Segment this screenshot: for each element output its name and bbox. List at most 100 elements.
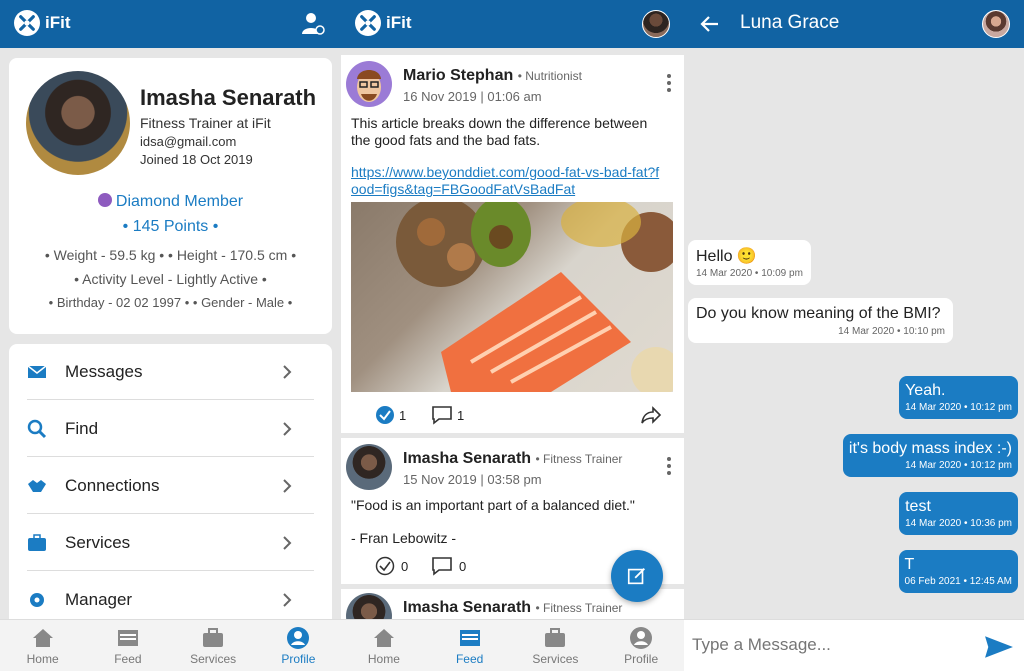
nav-profile[interactable]: Profile [258,626,338,666]
bottom-nav: Home Feed Services Profile [0,619,341,671]
message-meta: 14 Mar 2020 • 10:12 pm [905,460,1012,471]
nav-label: Services [532,651,579,666]
feed-icon [459,629,480,646]
user-avatar[interactable] [642,10,670,38]
menu-label: Manager [65,590,133,609]
message-meta: 14 Mar 2020 • 10:12 pm [905,402,1012,413]
chat-screen: Luna Grace Hello 🙂 14 Mar 2020 • 10:09 p… [684,0,1024,671]
mail-icon [27,364,47,378]
menu-item-find[interactable]: Find [27,401,314,457]
logo-text: iFit [45,13,71,32]
nav-services[interactable]: Services [515,626,595,666]
logo-text: iFit [386,13,412,32]
comment-button[interactable]: 1 [431,405,464,425]
chevron-right-icon [283,478,292,493]
like-button[interactable]: 1 [375,405,406,425]
top-bar: iFit [341,0,684,48]
profile-avatar[interactable] [26,71,130,175]
post-date: 15 Nov 2019 [403,472,477,487]
send-button[interactable] [984,634,1014,665]
more-options-button[interactable] [666,456,672,481]
comment-icon [432,557,452,576]
membership-label: Diamond Member [115,193,244,210]
comment-count: 0 [459,558,467,574]
profile-card: Imasha Senarath Fitness Trainer at iFit … [9,58,332,334]
ifit-logo-icon [14,10,40,36]
share-button[interactable] [640,405,662,430]
app-logo[interactable]: iFit [14,10,71,36]
arrow-left-icon [700,16,718,32]
feed-icon [117,629,138,646]
user-settings-button[interactable] [299,10,327,38]
nav-feed[interactable]: Feed [430,626,510,666]
nav-label: Services [190,651,237,666]
message-meta: 14 Mar 2020 • 10:09 pm [696,268,803,279]
author-name: Mario Stephan [403,67,514,84]
menu-item-messages[interactable]: Messages [27,344,314,400]
briefcase-icon [203,627,224,647]
more-options-button[interactable] [666,73,672,98]
post-author: Imasha Senarath • Fitness Trainer [403,450,622,468]
post-link[interactable]: https://www.beyonddiet.com/good-fat-vs-b… [351,164,664,198]
contact-avatar[interactable] [982,10,1010,38]
home-icon [32,628,53,647]
menu-label: Connections [65,475,160,495]
author-avatar[interactable] [346,444,392,490]
post-card: Mario Stephan • Nutritionist 16 Nov 2019… [341,55,684,433]
comment-button[interactable]: 0 [431,556,466,576]
message-received[interactable]: Do you know meaning of the BMI? 14 Mar 2… [688,298,953,343]
menu-label: Services [65,532,131,552]
message-text: Hello 🙂 [696,248,757,265]
message-sent[interactable]: it's body mass index :-) 14 Mar 2020 • 1… [842,434,1018,477]
menu-label: Messages [65,361,143,381]
cartoon-avatar-icon [357,70,381,102]
message-text: T [904,556,915,573]
author-avatar[interactable] [346,61,392,107]
nav-services[interactable]: Services [173,626,253,666]
top-bar: iFit [0,0,341,48]
message-sent[interactable]: Yeah. 14 Mar 2020 • 10:12 pm [899,376,1018,419]
share-icon [641,406,662,424]
message-sent[interactable]: T 06 Feb 2021 • 12:45 AM [898,550,1018,593]
profile-icon [287,626,310,649]
more-vertical-icon [667,457,671,475]
avatar [642,10,670,38]
compose-post-button[interactable] [611,550,663,602]
message-meta: 14 Mar 2020 • 10:10 pm [838,326,945,337]
nav-profile[interactable]: Profile [601,626,681,666]
membership-badge: Diamond Member [9,193,332,211]
menu-item-services[interactable]: Services [27,515,314,571]
briefcase-icon [28,533,46,551]
stats-line-2: • Activity Level - Lightly Active • [74,271,267,287]
message-input[interactable] [692,630,962,660]
message-meta: 06 Feb 2021 • 12:45 AM [904,576,1012,587]
menu-item-connections[interactable]: Connections [27,458,314,514]
message-received[interactable]: Hello 🙂 14 Mar 2020 • 10:09 pm [688,240,811,285]
post-time: 03:58 pm [487,472,542,487]
post-author: Imasha Senarath • Fitness Trainer [403,599,622,617]
comment-icon [432,406,452,425]
back-button[interactable] [700,14,720,39]
nav-home[interactable]: Home [3,626,83,666]
like-button[interactable]: 0 [375,556,408,576]
app-logo[interactable]: iFit [355,10,412,36]
nav-feed[interactable]: Feed [88,626,168,666]
post-image[interactable] [351,202,673,392]
author-role: • Nutritionist [517,69,582,83]
post-timestamp: 15 Nov 2019 | 03:58 pm [403,472,542,487]
ifit-logo-icon [355,10,381,36]
diamond-badge-icon [97,193,112,207]
message-sent[interactable]: test 14 Mar 2020 • 10:36 pm [899,492,1018,535]
chevron-right-icon [283,364,292,379]
avatar [982,10,1010,38]
stats-line-3: • Birthday - 02 02 1997 • • Gender - Mal… [48,295,293,310]
nav-label: Profile [624,651,659,666]
handshake-icon [28,479,46,492]
check-circle-outline-icon [375,556,395,576]
nav-home[interactable]: Home [344,626,424,666]
stats-line-1: • Weight - 59.5 kg • • Height - 170.5 cm… [44,247,297,263]
check-circle-icon [376,406,394,424]
salmon-food-image [396,202,673,392]
message-meta: 14 Mar 2020 • 10:36 pm [905,518,1012,529]
post-date: 16 Nov 2019 [403,89,477,104]
